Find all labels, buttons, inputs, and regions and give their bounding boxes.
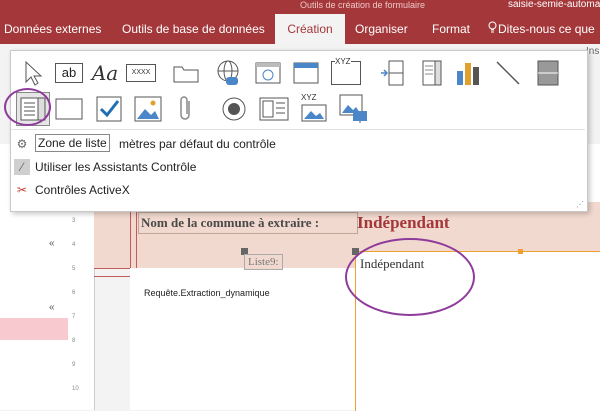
- rectangle-icon[interactable]: [52, 92, 86, 126]
- tooltip-list-box: Zone de liste: [35, 134, 110, 152]
- label-nom-commune[interactable]: Nom de la commune à extraire :: [138, 212, 358, 234]
- web-browser-icon[interactable]: [251, 56, 285, 90]
- window-title-bar: Outils de création de formulaire saisie-…: [0, 0, 600, 14]
- document-title: saisie-semie-automati: [508, 0, 600, 10]
- tab-organiser[interactable]: Organiser: [355, 14, 408, 44]
- tell-me-box[interactable]: Dites-nous ce que: [488, 14, 600, 44]
- tab-format[interactable]: Format: [432, 14, 470, 44]
- option-button-icon[interactable]: [217, 92, 251, 126]
- toggle-icon[interactable]: [531, 56, 565, 90]
- ribbon-tab-bar: Données externes Outils de base de donné…: [0, 14, 600, 44]
- ruler-mark: 9: [72, 362, 76, 368]
- menu-label-defaults: mètres par défaut du contrôle: [119, 137, 276, 151]
- menu-label-wizards: Utiliser les Assistants Contrôle: [35, 160, 197, 174]
- menu-item-activex[interactable]: ✂ Contrôles ActiveX: [11, 179, 585, 201]
- object-frame-xyz-icon[interactable]: XYZ: [297, 92, 331, 126]
- annotation-circle: [345, 238, 475, 316]
- checkbox-icon[interactable]: [92, 92, 126, 126]
- label-independant-title[interactable]: Indépendant: [357, 213, 450, 233]
- ruler-mark: 5: [72, 266, 76, 272]
- select-pointer-icon[interactable]: [16, 56, 50, 90]
- chart-icon[interactable]: [451, 56, 485, 90]
- tab-creation[interactable]: Création: [275, 14, 345, 44]
- subform-icon[interactable]: [257, 92, 291, 126]
- bound-object-icon[interactable]: [337, 92, 371, 126]
- ruler-mark: 4: [72, 242, 76, 248]
- tell-me-text: Dites-nous ce que: [498, 22, 595, 36]
- object-frame-label: XYZ: [301, 93, 317, 102]
- lightbulb-icon: [488, 14, 498, 44]
- annotation-circle: [4, 88, 51, 126]
- hyperlink-icon[interactable]: [211, 56, 245, 90]
- label-aa-icon[interactable]: Aa: [88, 56, 122, 90]
- record-source-text: Requête.Extraction_dynamique: [144, 288, 270, 298]
- ruler-mark: 3: [72, 218, 76, 224]
- resize-handle[interactable]: [518, 249, 523, 254]
- textbox-ab-icon[interactable]: ab: [52, 56, 86, 90]
- tab-outils-base-de-donnees[interactable]: Outils de base de données: [122, 14, 265, 44]
- ruler-mark: 8: [72, 338, 76, 344]
- defaults-icon: ⚙: [16, 137, 28, 151]
- option-group-xyz-icon[interactable]: XYZ: [329, 56, 363, 90]
- tab-donnees-externes[interactable]: Données externes: [4, 14, 101, 44]
- button-xxxx-icon[interactable]: XXXX: [124, 56, 158, 90]
- group-label-partial: Ins: [586, 46, 600, 57]
- nav-selected-item[interactable]: [0, 318, 68, 340]
- option-group-label: XYZ: [335, 57, 351, 67]
- context-title: Outils de création de formulaire: [300, 0, 426, 10]
- activex-icon: ✂: [16, 183, 28, 197]
- navigation-icon[interactable]: [289, 56, 323, 90]
- page-break-icon[interactable]: [375, 56, 409, 90]
- combo-box-icon[interactable]: [415, 56, 449, 90]
- ruler-mark: 7: [72, 314, 76, 320]
- vertical-ruler: 3 4 5 6 7 8 9 10: [68, 210, 95, 410]
- resize-grip-icon[interactable]: ⋰: [576, 200, 584, 209]
- menu-label-activex: Contrôles ActiveX: [35, 183, 130, 197]
- line-icon[interactable]: [491, 56, 525, 90]
- attachment-icon[interactable]: [169, 92, 203, 126]
- menu-separator: [11, 129, 585, 130]
- tab-control-icon[interactable]: [169, 56, 203, 90]
- button-xxxx-label: XXXX: [126, 64, 156, 82]
- label-aa-text: Aa: [91, 61, 119, 85]
- wand-icon: ⁄: [14, 159, 30, 175]
- collapse-chevron-icon[interactable]: «: [49, 238, 55, 249]
- collapse-chevron-icon[interactable]: «: [49, 302, 55, 313]
- menu-item-control-wizards[interactable]: ⁄ Utiliser les Assistants Contrôle: [11, 156, 585, 178]
- label-liste9[interactable]: Liste9:: [244, 254, 283, 270]
- controls-gallery-dropdown: ab Aa XXXX XYZ XYZ ⚙ mètres par défaut d…: [10, 50, 588, 212]
- image-icon[interactable]: [131, 92, 165, 126]
- textbox-ab-label: ab: [55, 63, 83, 83]
- ruler-mark: 6: [72, 290, 76, 296]
- ruler-mark: 10: [72, 386, 79, 392]
